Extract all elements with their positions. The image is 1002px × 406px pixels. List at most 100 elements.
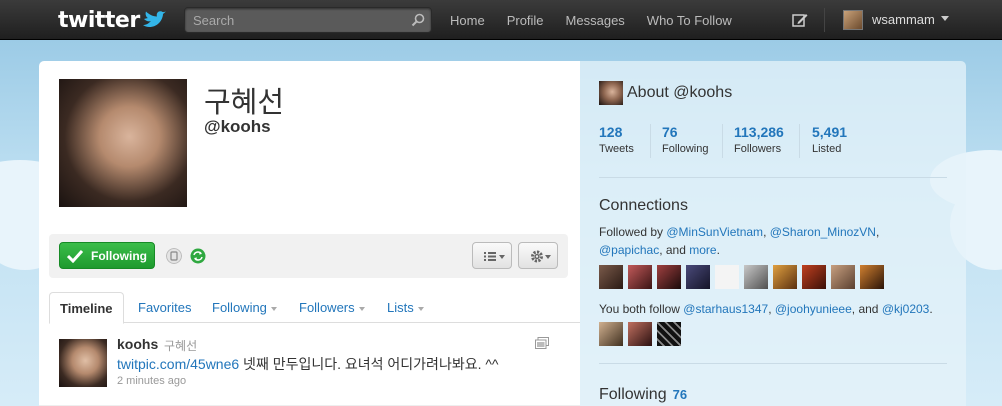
chevron-down-icon xyxy=(358,306,365,311)
tab-label: Lists xyxy=(387,300,414,315)
stat-number: 128 xyxy=(599,124,623,140)
check-icon xyxy=(67,249,83,263)
main-nav: Home Profile Messages Who To Follow xyxy=(450,0,754,40)
stat-divider xyxy=(650,124,651,158)
tab-lists[interactable]: Lists xyxy=(387,292,424,323)
tab-label: Favorites xyxy=(138,300,192,315)
settings-menu-button[interactable] xyxy=(518,242,558,269)
media-icon[interactable] xyxy=(535,337,549,349)
list-icon xyxy=(484,252,505,261)
tab-followers[interactable]: Followers xyxy=(299,292,365,323)
bird-icon xyxy=(142,11,166,28)
gear-icon xyxy=(531,250,551,263)
profile-action-bar: Following xyxy=(49,234,568,278)
stat-label: Following xyxy=(662,143,709,155)
stat-following[interactable]: 76 Following xyxy=(662,124,708,155)
connection-avatar[interactable] xyxy=(657,265,681,289)
connection-avatar[interactable] xyxy=(657,322,681,346)
tab-label: Following xyxy=(212,300,267,315)
connection-avatar[interactable] xyxy=(599,265,623,289)
tab-label: Timeline xyxy=(60,301,113,316)
stat-number: 5,491 xyxy=(812,124,848,140)
retweet-icon[interactable] xyxy=(190,248,206,264)
user-link[interactable]: @Sharon_MinozVN xyxy=(770,225,876,239)
user-avatar[interactable] xyxy=(843,10,863,30)
device-icon[interactable] xyxy=(166,248,182,264)
followed-by-text: Followed by @MinSunVietnam, @Sharon_Mino… xyxy=(599,225,880,257)
user-link[interactable]: @joohyunieee xyxy=(775,302,852,316)
followed-by-prefix: Followed by xyxy=(599,225,667,239)
tweet-display-name: 구혜선 xyxy=(164,339,198,353)
more-link[interactable]: more xyxy=(689,243,716,257)
tweet-item[interactable]: koohs 구혜선 twitpic.com/45wne6 넷째 만두입니다. 요… xyxy=(39,323,580,406)
about-avatar xyxy=(599,81,623,105)
search-icon[interactable] xyxy=(411,13,425,27)
chevron-down-icon xyxy=(270,306,277,311)
nav-profile[interactable]: Profile xyxy=(507,13,544,28)
user-link[interactable]: @kj0203 xyxy=(882,302,930,316)
section-divider xyxy=(599,177,947,178)
user-menu-username[interactable]: wsammam xyxy=(872,12,935,27)
both-follow-text: You both follow @starhaus1347, @joohyuni… xyxy=(599,302,933,316)
stat-listed[interactable]: 5,491 Listed xyxy=(812,124,847,155)
chevron-down-icon xyxy=(417,306,424,311)
profile-avatar[interactable] xyxy=(59,79,187,207)
stat-divider xyxy=(722,124,723,158)
stat-label: Tweets xyxy=(599,143,634,155)
tweet-link[interactable]: twitpic.com/45wne6 xyxy=(117,356,239,372)
nav-who-to-follow[interactable]: Who To Follow xyxy=(647,13,732,28)
following-title-label: Following xyxy=(599,386,667,403)
followed-by-avatars xyxy=(599,265,889,289)
tab-label: Followers xyxy=(299,300,355,315)
connection-avatar[interactable] xyxy=(744,265,768,289)
profile-main-panel: 구혜선 @koohs Following Timeline Favorites … xyxy=(39,61,580,406)
connections-title: Connections xyxy=(599,197,688,214)
connection-avatar[interactable] xyxy=(599,322,623,346)
following-button-label: Following xyxy=(91,248,147,263)
tweet-body: 넷째 만두입니다. 요녀석 어디가려나봐요. ^^ xyxy=(239,356,499,372)
tweet-avatar[interactable] xyxy=(59,339,107,387)
stat-number: 76 xyxy=(662,124,678,140)
stat-tweets[interactable]: 128 Tweets xyxy=(599,124,634,155)
stat-label: Listed xyxy=(812,143,842,155)
compose-icon[interactable] xyxy=(792,12,808,28)
connection-avatar[interactable] xyxy=(860,265,884,289)
topbar-divider xyxy=(824,8,825,32)
tab-following[interactable]: Following xyxy=(212,292,277,323)
connection-avatar[interactable] xyxy=(802,265,826,289)
following-button[interactable]: Following xyxy=(59,242,155,269)
stat-followers[interactable]: 113,286 Followers xyxy=(734,124,784,155)
connection-avatar[interactable] xyxy=(773,265,797,289)
following-section-title: Following 76 xyxy=(599,386,687,404)
nav-home[interactable]: Home xyxy=(450,13,485,28)
profile-stats: 128 Tweets 76 Following 113,286 Follower… xyxy=(599,124,949,158)
profile-name: 구혜선 xyxy=(204,85,285,119)
connection-avatar[interactable] xyxy=(715,265,739,289)
chevron-down-icon[interactable] xyxy=(941,16,949,21)
connection-avatar[interactable] xyxy=(628,322,652,346)
connection-avatar[interactable] xyxy=(831,265,855,289)
tweet-author[interactable]: koohs xyxy=(117,336,158,352)
profile-handle: @koohs xyxy=(204,117,271,136)
user-link[interactable]: @papichac xyxy=(599,243,659,257)
nav-messages[interactable]: Messages xyxy=(566,13,625,28)
both-follow-prefix: You both follow xyxy=(599,302,684,316)
stat-label: Followers xyxy=(734,143,782,155)
tweet-timestamp[interactable]: 2 minutes ago xyxy=(117,375,186,387)
following-count[interactable]: 76 xyxy=(673,387,687,402)
about-title: About @koohs xyxy=(627,84,733,101)
both-follow-avatars xyxy=(599,322,686,346)
connection-avatar[interactable] xyxy=(686,265,710,289)
stat-divider xyxy=(799,124,800,158)
list-menu-button[interactable] xyxy=(472,242,512,269)
stat-number: 113,286 xyxy=(734,124,784,140)
user-link[interactable]: @MinSunVietnam xyxy=(666,225,763,239)
search-input[interactable] xyxy=(185,8,405,32)
top-navigation-bar: twitter Home Profile Messages Who To Fol… xyxy=(0,0,1002,40)
user-link[interactable]: @starhaus1347 xyxy=(683,302,768,316)
twitter-logo[interactable]: twitter xyxy=(58,7,166,33)
connection-avatar[interactable] xyxy=(628,265,652,289)
tab-favorites[interactable]: Favorites xyxy=(138,292,191,323)
profile-sidebar: About @koohs 128 Tweets 76 Following 113… xyxy=(580,61,966,406)
tab-timeline[interactable]: Timeline xyxy=(49,292,124,324)
